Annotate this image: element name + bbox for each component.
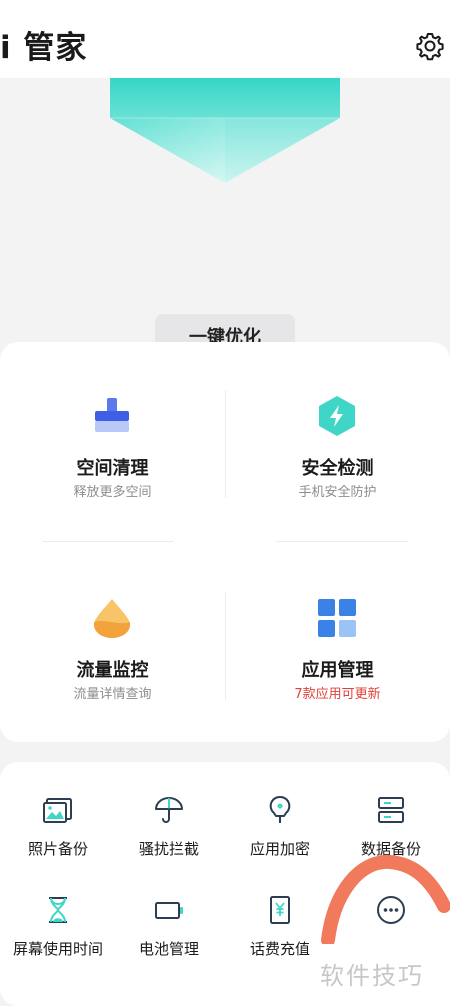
tool-label: 照片备份 xyxy=(27,840,88,858)
broom-icon xyxy=(95,398,129,432)
divider-horizontal xyxy=(42,541,174,542)
tool-harassment-block[interactable]: 骚扰拦截 xyxy=(113,794,225,864)
tool-battery-management[interactable]: 电池管理 xyxy=(113,894,225,964)
tool-screen-time[interactable]: 屏幕使用时间 xyxy=(2,894,114,964)
feature-space-cleanup[interactable]: 空间清理 释放更多空间 xyxy=(0,342,225,522)
annotation-swipe-mark xyxy=(321,854,450,947)
feature-title: 流量监控 xyxy=(76,660,149,681)
feature-subtitle: 释放更多空间 xyxy=(73,485,152,500)
feature-card: 空间清理 释放更多空间 安全检测 手机安全防护 流量监控 流量详情查询 应用管理… xyxy=(0,342,450,742)
feature-title: 安全检测 xyxy=(301,458,374,479)
feature-app-management[interactable]: 应用管理 7款应用可更新 xyxy=(225,544,450,724)
gear-icon xyxy=(416,33,444,61)
divider-horizontal xyxy=(276,541,408,542)
tool-label: 电池管理 xyxy=(138,940,199,958)
feature-subtitle: 手机安全防护 xyxy=(298,485,377,500)
update-count-badge: 7款应用可更新 xyxy=(294,687,381,702)
yuan-card-icon xyxy=(270,896,290,924)
lock-bulb-icon xyxy=(269,795,291,823)
page-title: i 管家 xyxy=(0,30,88,66)
umbrella-icon xyxy=(155,797,183,823)
battery-icon xyxy=(155,902,183,919)
app-grid-icon xyxy=(318,599,356,637)
tool-label: 屏幕使用时间 xyxy=(12,940,103,958)
photo-icon xyxy=(43,798,72,823)
hourglass-icon xyxy=(49,897,67,923)
watermark-text: 软件技巧 xyxy=(320,962,424,990)
feature-security-check[interactable]: 安全检测 手机安全防护 xyxy=(225,342,450,522)
feature-subtitle: 流量详情查询 xyxy=(73,687,152,702)
tool-photo-backup[interactable]: 照片备份 xyxy=(2,794,114,864)
feature-title: 应用管理 xyxy=(301,660,374,681)
water-drop-icon xyxy=(94,599,130,638)
shield-bolt-icon xyxy=(319,396,355,436)
hero-section: 一键优化 xyxy=(0,78,450,361)
app-header: i 管家 xyxy=(0,0,450,78)
feature-title: 空间清理 xyxy=(76,458,149,479)
feature-traffic-monitor[interactable]: 流量监控 流量详情查询 xyxy=(0,544,225,724)
tool-label: 骚扰拦截 xyxy=(138,840,199,858)
settings-button[interactable] xyxy=(414,30,446,62)
storage-icon xyxy=(378,797,404,823)
score-gem-icon xyxy=(110,78,340,183)
